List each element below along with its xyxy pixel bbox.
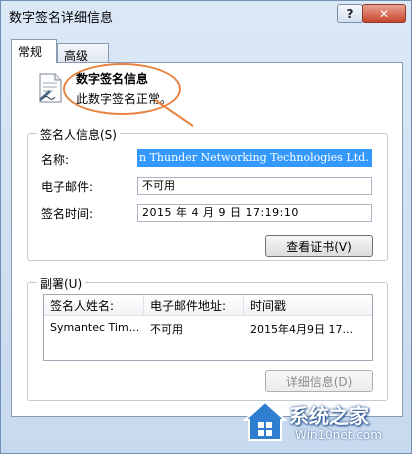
column-header-signer-name[interactable]: 签名人姓名:: [44, 295, 144, 315]
email-field[interactable]: 不可用: [137, 177, 372, 195]
countersignature-list[interactable]: 签名人姓名: 电子邮件地址: 时间戳 Symantec Tim... 不可用 2…: [43, 294, 373, 361]
column-header-timestamp[interactable]: 时间戳: [244, 295, 372, 315]
close-button[interactable]: ✕: [362, 4, 406, 23]
certificate-icon: [39, 73, 62, 103]
title-bar: 数字签名详细信息 ? ✕: [1, 1, 411, 31]
row-email: 不可用: [150, 323, 183, 336]
row-timestamp: 2015年4月9日 17...: [250, 323, 353, 336]
help-button[interactable]: ?: [337, 4, 363, 23]
name-field[interactable]: n Thunder Networking Technologies Ltd.: [137, 149, 372, 167]
name-label: 名称:: [41, 153, 70, 167]
view-certificate-button[interactable]: 查看证书(V): [265, 235, 373, 257]
signing-time-label: 签名时间:: [41, 207, 94, 221]
signer-info-legend: 签名人信息(S): [37, 126, 120, 143]
signing-time-field[interactable]: 2015 年 4 月 9 日 17:19:10: [137, 204, 372, 222]
watermark-brand: 系统之家: [289, 404, 369, 428]
email-label: 电子邮件:: [41, 180, 94, 194]
window-title: 数字签名详细信息: [9, 11, 114, 26]
callout-arrow: [154, 99, 194, 127]
countersignatures-legend: 副署(U): [37, 275, 86, 292]
watermark: 系统之家 Win10net.com: [241, 396, 412, 455]
tab-advanced[interactable]: 高级: [57, 43, 109, 63]
row-signer-name: Symantec Tim...: [50, 321, 140, 334]
watermark-url: Win10net.com: [295, 428, 382, 442]
column-header-email[interactable]: 电子邮件地址:: [144, 295, 244, 315]
signature-details-window: 数字签名详细信息 ? ✕ 常规 高级 数字签名信息 此数字签名正常。 签名人信息…: [0, 0, 412, 454]
tab-general[interactable]: 常规: [11, 39, 57, 63]
details-button[interactable]: 详细信息(D): [265, 370, 373, 392]
house-logo-icon: [242, 400, 288, 441]
